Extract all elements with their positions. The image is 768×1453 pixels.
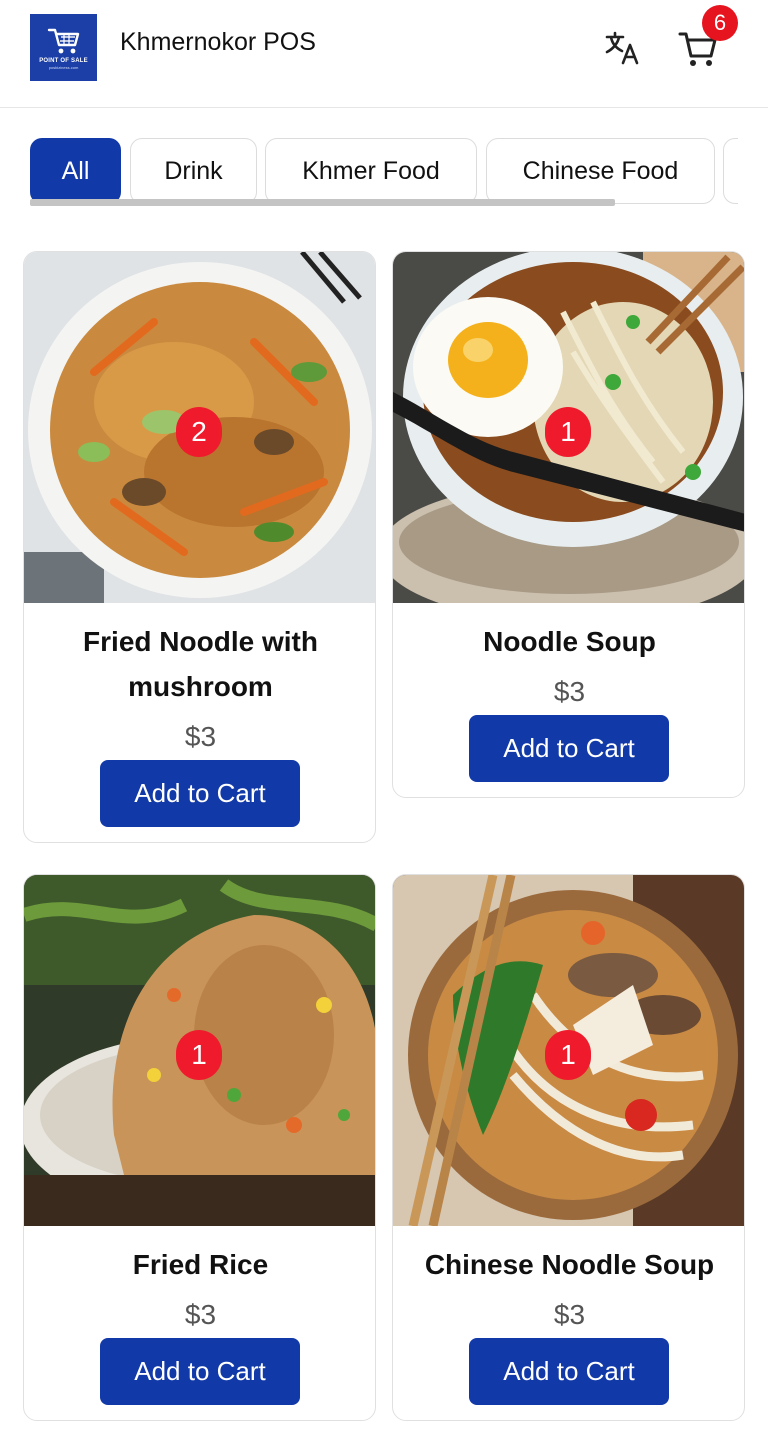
product-price: $3 bbox=[553, 676, 586, 707]
tab-chinese-food[interactable]: Chinese Food bbox=[486, 138, 715, 204]
cart-logo-icon bbox=[47, 28, 79, 53]
tab-drink[interactable]: Drink bbox=[130, 138, 257, 204]
add-to-cart-button[interactable]: Add to Cart bbox=[100, 760, 300, 827]
add-to-cart-button[interactable]: Add to Cart bbox=[469, 715, 669, 782]
product-card: 2 Fried Noodle with mushroom $3 Add to C… bbox=[23, 251, 376, 843]
tab-khmer-food[interactable]: Khmer Food bbox=[265, 138, 477, 204]
cart-count-badge: 6 bbox=[702, 5, 738, 41]
quantity-badge: 1 bbox=[545, 407, 591, 457]
product-name: Fried Rice bbox=[132, 1249, 269, 1280]
product-name: Fried Noodle with mushroom bbox=[83, 626, 318, 702]
tab-all[interactable]: All bbox=[30, 138, 121, 204]
app-title: Khmernokor POS bbox=[120, 28, 316, 56]
category-tabs: All Drink Khmer Food Chinese Food bbox=[30, 138, 738, 206]
product-card: 1 Noodle Soup $3 Add to Cart bbox=[392, 251, 745, 798]
translate-icon bbox=[605, 31, 639, 65]
logo-subtext: posbiziness.com bbox=[48, 64, 79, 70]
logo-text: POINT OF SALE bbox=[39, 57, 88, 64]
add-to-cart-button[interactable]: Add to Cart bbox=[100, 1338, 300, 1405]
quantity-badge: 1 bbox=[176, 1030, 222, 1080]
product-price: $3 bbox=[553, 1299, 586, 1330]
product-name: Noodle Soup bbox=[483, 626, 656, 657]
tabs-scrollbar[interactable] bbox=[30, 199, 615, 206]
product-price: $3 bbox=[184, 721, 217, 752]
product-price: $3 bbox=[184, 1299, 217, 1330]
app-logo: POINT OF SALE posbiziness.com bbox=[30, 14, 97, 81]
product-card: 1 Fried Rice $3 Add to Cart bbox=[23, 874, 376, 1421]
language-button[interactable] bbox=[600, 26, 644, 70]
quantity-badge: 1 bbox=[545, 1030, 591, 1080]
quantity-badge: 2 bbox=[176, 407, 222, 457]
tab-more[interactable] bbox=[723, 138, 738, 204]
product-name: Chinese Noodle Soup bbox=[424, 1249, 715, 1280]
add-to-cart-button[interactable]: Add to Cart bbox=[469, 1338, 669, 1405]
product-card: 1 Chinese Noodle Soup $3 Add to Cart bbox=[392, 874, 745, 1421]
app-header: POINT OF SALE posbiziness.com Khmernokor… bbox=[0, 0, 768, 108]
